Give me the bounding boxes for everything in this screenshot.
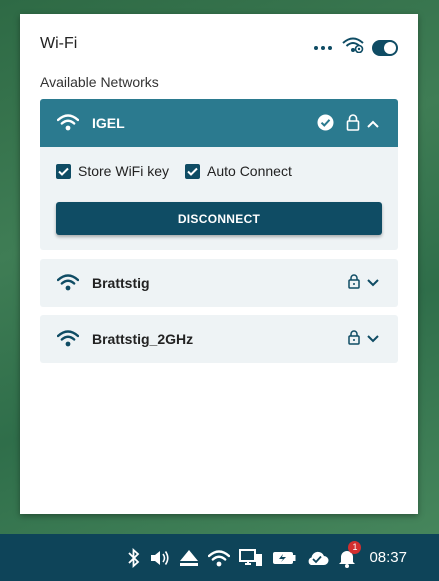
lock-icon xyxy=(346,114,360,136)
network-header-brattstig[interactable]: Brattstig xyxy=(40,259,398,307)
volume-icon[interactable] xyxy=(150,549,170,567)
monitor-network-icon[interactable] xyxy=(239,548,263,568)
connected-check-icon xyxy=(317,114,334,136)
section-label: Available Networks xyxy=(40,74,159,90)
bell-icon[interactable]: 1 xyxy=(338,540,362,568)
header-actions xyxy=(312,37,398,58)
wifi-signal-icon xyxy=(56,329,80,352)
lock-icon xyxy=(348,330,360,350)
wifi-icon[interactable] xyxy=(208,549,231,567)
cloud-check-icon[interactable] xyxy=(305,549,329,567)
more-options-icon[interactable] xyxy=(312,40,334,56)
network-status-icons xyxy=(317,114,380,136)
auto-connect-checkbox[interactable]: Auto Connect xyxy=(185,163,292,179)
store-key-label: Store WiFi key xyxy=(78,163,170,179)
taskbar: 1 08:37 xyxy=(0,534,439,581)
battery-icon[interactable] xyxy=(272,551,296,565)
network-name: Brattstig xyxy=(92,275,150,291)
wifi-signal-icon xyxy=(56,113,80,136)
network-details-igel: Store WiFi key Auto Connect DISCONNECT xyxy=(40,147,398,250)
toggle-knob xyxy=(384,41,396,54)
wifi-toggle[interactable] xyxy=(372,39,398,56)
network-status-icons xyxy=(348,274,380,294)
panel-title: Wi-Fi xyxy=(40,35,78,52)
network-name: IGEL xyxy=(92,115,125,131)
chevron-down-icon[interactable] xyxy=(366,275,380,293)
checkbox-checked-icon xyxy=(185,163,200,179)
network-header-igel[interactable]: IGEL xyxy=(40,99,398,147)
chevron-up-icon[interactable] xyxy=(366,116,380,134)
wifi-panel: Wi-Fi Available Networks IGEL Store WiFi… xyxy=(20,14,418,514)
network-status-icons xyxy=(348,330,380,350)
system-tray: 1 08:37 xyxy=(127,534,439,581)
checkbox-checked-icon xyxy=(56,163,71,179)
network-item-brattstig[interactable]: Brattstig xyxy=(40,259,398,307)
notification-badge: 1 xyxy=(348,540,362,554)
network-item-brattstig-2ghz[interactable]: Brattstig_2GHz xyxy=(40,315,398,363)
network-header-brattstig-2ghz[interactable]: Brattstig_2GHz xyxy=(40,315,398,363)
lock-icon xyxy=(348,274,360,294)
bluetooth-icon[interactable] xyxy=(127,547,141,568)
disconnect-button[interactable]: DISCONNECT xyxy=(56,202,382,235)
eject-icon[interactable] xyxy=(179,549,199,567)
wifi-settings-icon[interactable] xyxy=(342,37,364,58)
wifi-signal-icon xyxy=(56,273,80,296)
network-name: Brattstig_2GHz xyxy=(92,331,194,347)
chevron-down-icon[interactable] xyxy=(366,331,380,349)
auto-connect-label: Auto Connect xyxy=(207,163,292,179)
network-item-igel: IGEL Store WiFi key Auto Connect DISCONN… xyxy=(40,99,398,250)
store-key-checkbox[interactable]: Store WiFi key xyxy=(56,163,169,179)
clock[interactable]: 08:37 xyxy=(369,549,407,566)
